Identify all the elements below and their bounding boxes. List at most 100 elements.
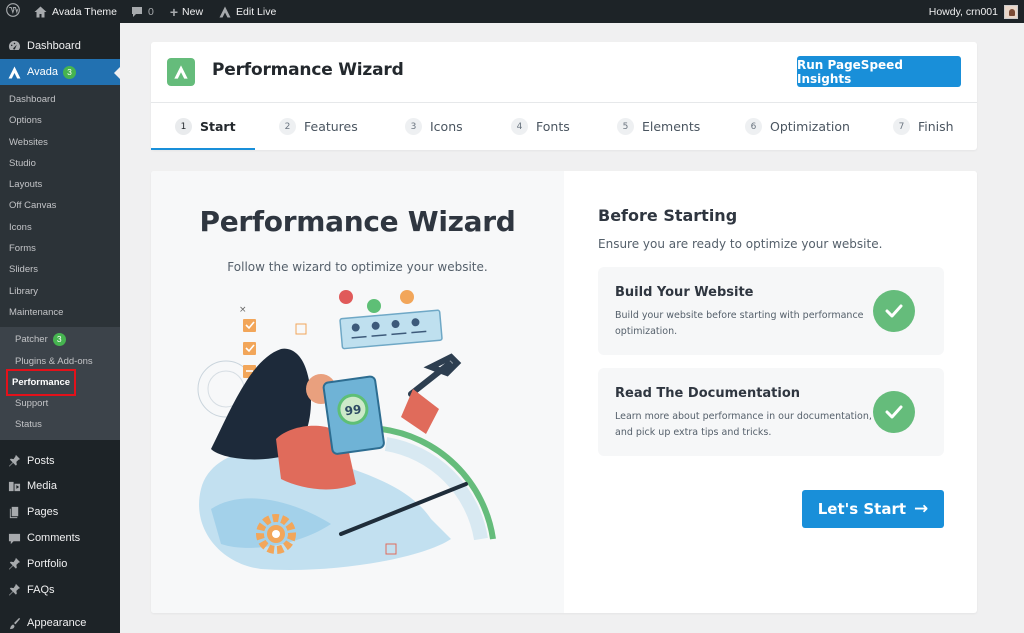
avada-icon: [219, 6, 231, 18]
wordpress-icon: [6, 3, 20, 20]
new-content-link[interactable]: + New: [160, 0, 209, 23]
submenu-label: Status: [15, 419, 42, 431]
intro-title: Performance Wizard: [199, 205, 516, 238]
sidebar-item-appearance[interactable]: Appearance: [0, 611, 120, 633]
submenu-item-maintenance[interactable]: Maintenance: [0, 302, 120, 323]
step-label: Optimization: [770, 119, 850, 134]
submenu-item-library[interactable]: Library: [0, 281, 120, 302]
my-account[interactable]: Howdy, crn001: [929, 4, 1024, 19]
submenu-item-sliders[interactable]: Sliders: [0, 259, 120, 280]
lets-start-button[interactable]: Let's Start →: [802, 490, 944, 528]
pin-icon: [7, 583, 21, 597]
step-start[interactable]: 1 Start: [175, 103, 236, 150]
sidebar-item-pages[interactable]: Pages: [0, 499, 120, 525]
media-icon: [7, 479, 21, 493]
dashboard-card: [339, 309, 443, 350]
submenu-label: Plugins & Add-ons: [15, 355, 93, 367]
submenu-label: Support: [15, 398, 49, 410]
submenu-label: Performance: [5, 368, 77, 397]
checklist-title: Build Your Website: [615, 285, 754, 300]
sidebar-label: Pages: [27, 506, 59, 519]
admin-sidebar: Dashboard Avada 3 Dashboard Options Webs…: [0, 23, 120, 633]
step-features[interactable]: 2 Features: [279, 103, 358, 150]
check-icon: [873, 391, 915, 433]
sidebar-item-portfolio[interactable]: Portfolio: [0, 551, 120, 577]
plus-icon: +: [169, 3, 179, 20]
wizard-steps: 1 Start 2 Features 3 Icons 4 Fonts 5 Ele…: [151, 102, 977, 150]
submenu-item-layouts[interactable]: Layouts: [0, 174, 120, 195]
home-icon: [34, 6, 47, 18]
sidebar-item-avada[interactable]: Avada 3: [0, 59, 120, 85]
submenu-item-patcher[interactable]: Patcher 3: [0, 329, 120, 350]
step-finish[interactable]: 7 Finish: [893, 103, 954, 150]
submenu-item-studio[interactable]: Studio: [0, 153, 120, 174]
step-icons[interactable]: 3 Icons: [405, 103, 463, 150]
sidebar-item-media[interactable]: Media: [0, 474, 120, 500]
submenu-item-performance[interactable]: Performance: [0, 368, 120, 397]
sidebar-label: Media: [27, 480, 57, 493]
submenu-item-dashboard[interactable]: Dashboard: [0, 89, 120, 110]
sidebar-lower-menu: Posts Media Pages Comments Portfolio FAQ…: [0, 440, 120, 633]
avada-icon: [7, 65, 21, 79]
sidebar-item-posts[interactable]: Posts: [0, 448, 120, 474]
brush-icon: [7, 616, 21, 630]
wrench-shape: [408, 353, 462, 397]
submenu-item-icons[interactable]: Icons: [0, 217, 120, 238]
wordpress-logo-button[interactable]: [0, 0, 26, 23]
checkbox-shape: [243, 342, 256, 355]
site-name-link[interactable]: Avada Theme: [26, 0, 123, 23]
sidebar-label: Comments: [27, 532, 81, 545]
wizard-header: Performance Wizard Run PageSpeed Insight…: [151, 42, 977, 150]
step-label: Icons: [430, 119, 463, 134]
step-number: 7: [893, 118, 910, 135]
check-icon: [873, 290, 915, 332]
admin-bar: Avada Theme 0 + New Edit Live Howdy, crn…: [0, 0, 1024, 23]
checkbox-shape: [243, 319, 256, 332]
step-number: 4: [511, 118, 528, 135]
step-elements[interactable]: 5 Elements: [617, 103, 700, 150]
dot-shape: [400, 290, 414, 304]
arrow-right-icon: →: [914, 499, 929, 519]
step-label: Finish: [918, 119, 954, 134]
comment-icon: [7, 531, 21, 545]
tablet: 99: [322, 375, 385, 455]
submenu-label: Patcher: [15, 334, 48, 346]
submenu-item-options[interactable]: Options: [0, 110, 120, 131]
submenu-item-status[interactable]: Status: [0, 414, 120, 435]
comments-link[interactable]: 0: [123, 0, 160, 23]
run-pagespeed-button[interactable]: Run PageSpeed Insights: [797, 56, 961, 87]
checklist-description: Learn more about performance in our docu…: [615, 411, 872, 438]
step-number: 1: [175, 118, 192, 135]
submenu-item-off-canvas[interactable]: Off Canvas: [0, 195, 120, 216]
edit-live-label: Edit Live: [236, 5, 277, 18]
submenu-item-support[interactable]: Support: [0, 393, 120, 414]
avada-icon: [174, 65, 188, 79]
step-label: Start: [200, 119, 236, 134]
before-starting-panel: Before Starting Ensure you are ready to …: [564, 171, 977, 613]
sidebar-item-comments[interactable]: Comments: [0, 525, 120, 551]
maintenance-submenu: Patcher 3 Plugins & Add-ons Performance …: [0, 327, 120, 440]
new-label: New: [182, 5, 204, 18]
step-label: Fonts: [536, 119, 570, 134]
site-name: Avada Theme: [52, 5, 117, 18]
checklist-description: Build your website before starting with …: [615, 310, 864, 337]
update-badge: 3: [63, 65, 76, 79]
step-optimization[interactable]: 6 Optimization: [745, 103, 850, 150]
checklist-item-documentation: Read The Documentation Learn more about …: [598, 368, 944, 456]
dot-shape: [367, 299, 381, 313]
sidebar-label: Portfolio: [27, 557, 68, 570]
sidebar-item-faqs[interactable]: FAQs: [0, 577, 120, 603]
edit-live-link[interactable]: Edit Live: [209, 0, 282, 23]
sidebar-label: FAQs: [27, 583, 55, 596]
step-number: 5: [617, 118, 634, 135]
submenu-item-forms[interactable]: Forms: [0, 238, 120, 259]
before-starting-title: Before Starting: [598, 206, 738, 225]
avatar: [1004, 4, 1018, 19]
step-fonts[interactable]: 4 Fonts: [511, 103, 570, 150]
sidebar-label: Appearance: [27, 617, 87, 630]
submenu-item-plugins-addons[interactable]: Plugins & Add-ons: [0, 351, 120, 372]
submenu-item-websites[interactable]: Websites: [0, 132, 120, 153]
step-number: 6: [745, 118, 762, 135]
wizard-content: Performance Wizard Follow the wizard to …: [151, 171, 977, 613]
sidebar-item-dashboard[interactable]: Dashboard: [0, 33, 120, 59]
